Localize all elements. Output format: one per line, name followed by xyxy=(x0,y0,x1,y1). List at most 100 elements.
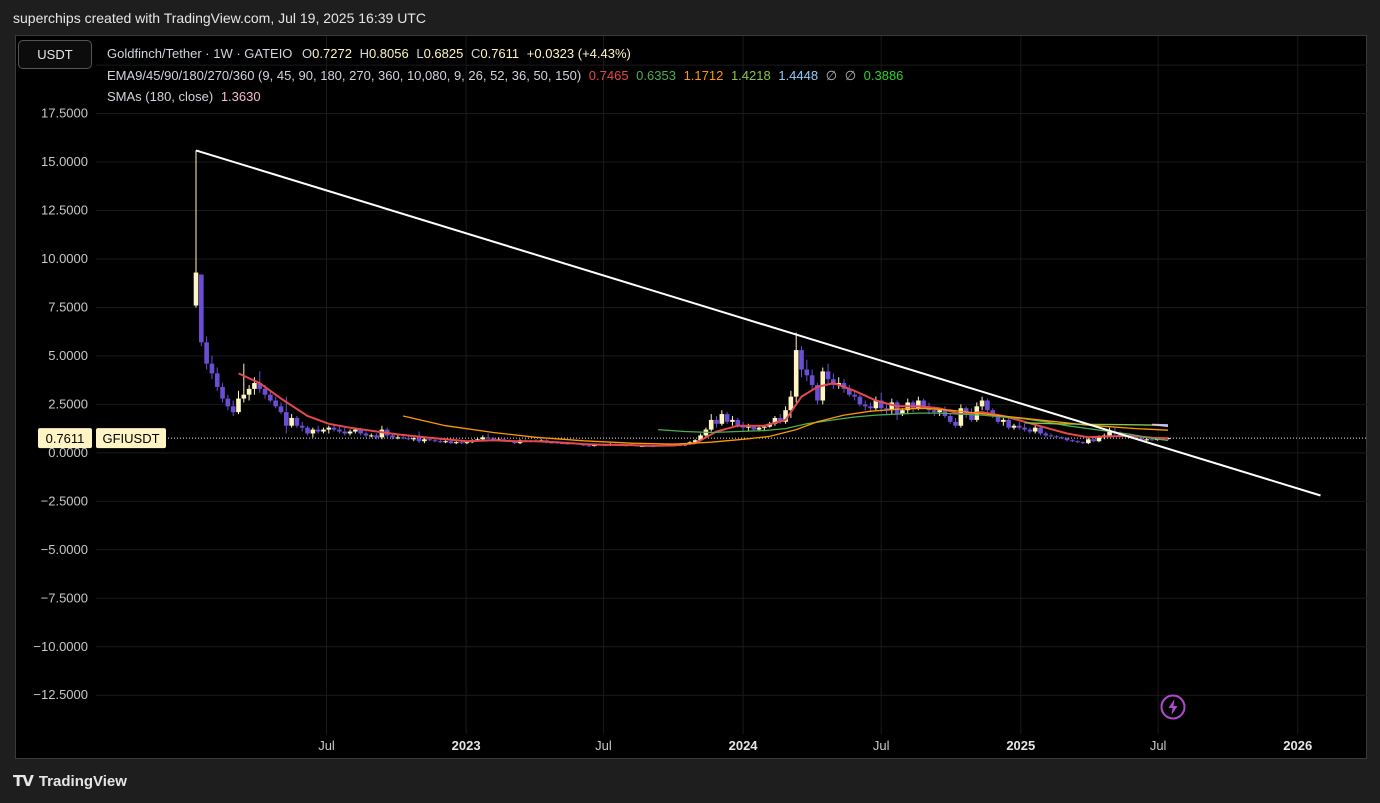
candle-body xyxy=(894,402,900,415)
candle-body xyxy=(214,373,220,387)
candle-body xyxy=(209,363,215,374)
y-tick-label: 12.5000 xyxy=(41,203,88,218)
candle-body xyxy=(857,396,863,405)
y-tick-label: 10.0000 xyxy=(41,251,88,266)
candle-body xyxy=(310,429,316,434)
candle-body xyxy=(921,400,926,407)
trendline xyxy=(195,149,1321,497)
change-value: +0.0323 (+4.43%) xyxy=(526,46,631,61)
candle-body xyxy=(862,404,868,407)
candle-body xyxy=(400,437,406,439)
candle-body xyxy=(480,437,486,440)
candle-body xyxy=(1006,419,1011,428)
candle-body xyxy=(708,419,714,430)
x-tick-label: Jul xyxy=(873,738,890,753)
candle-body xyxy=(252,383,257,389)
candle-body xyxy=(1032,427,1038,432)
legend-line-sma: SMAs (180, close) 1.3630 xyxy=(107,89,261,104)
sma-value: 1.3630 xyxy=(220,89,261,104)
low-value: 0.6825 xyxy=(423,46,464,61)
chart-frame[interactable]: 20.000017.500015.000012.500010.00007.500… xyxy=(15,35,1368,760)
candle-body xyxy=(432,440,438,442)
candle-body xyxy=(485,437,491,439)
legend-line-ohlc: Goldfinch/Tether · 1W · GATEIO O0.7272 H… xyxy=(107,46,631,61)
candle-body xyxy=(390,435,395,438)
high-label: H xyxy=(359,46,369,61)
candle-body xyxy=(1070,440,1075,442)
y-tick-label: −10.0000 xyxy=(33,639,88,654)
candle-body xyxy=(204,342,209,364)
candle-body xyxy=(193,272,199,306)
candle-body xyxy=(289,417,294,426)
candle-body xyxy=(315,429,321,432)
y-tick-label: −7.5000 xyxy=(41,590,88,605)
candle-body xyxy=(1149,439,1155,441)
x-tick-label: 2024 xyxy=(729,738,759,753)
symbol-tag-label: GFIUSDT xyxy=(102,431,159,446)
sma-label[interactable]: SMAs (180, close) xyxy=(107,89,213,104)
candle-body xyxy=(283,412,289,426)
candle-body xyxy=(406,438,411,440)
candle-body xyxy=(337,429,342,432)
symbol-title[interactable]: Goldfinch/Tether · 1W · GATEIO xyxy=(107,46,292,61)
lightning-alert-icon[interactable] xyxy=(1160,694,1186,720)
candle-body xyxy=(947,416,953,422)
candle-body xyxy=(804,369,810,376)
x-tick-label: Jul xyxy=(595,738,612,753)
candle-body xyxy=(230,406,236,413)
low-label: L xyxy=(416,46,424,61)
candle-body xyxy=(825,371,831,380)
candle-body xyxy=(262,388,268,395)
y-tick-label: 2.5000 xyxy=(48,396,88,411)
price-tag-value: 0.7611 xyxy=(46,431,85,446)
candle-body xyxy=(427,439,433,441)
candle-body xyxy=(379,429,385,438)
candle-body xyxy=(459,442,464,444)
ema45-value: 0.6353 xyxy=(636,68,676,83)
candle-body xyxy=(395,437,401,439)
candle-body xyxy=(236,398,241,413)
candle-body xyxy=(225,398,231,407)
candle-body xyxy=(342,431,348,434)
candle-body xyxy=(326,427,332,430)
y-tick-label: 17.5000 xyxy=(41,106,88,121)
candle-body xyxy=(363,433,369,436)
currency-button[interactable]: USDT xyxy=(18,40,92,69)
candle-body xyxy=(246,388,252,395)
candle-body xyxy=(1016,425,1022,428)
y-tick-label: 5.0000 xyxy=(48,348,88,363)
candle-body xyxy=(1096,437,1102,442)
series-ema180 xyxy=(1024,422,1169,426)
ema-label[interactable]: EMA9/45/90/180/270/360 (9, 45, 90, 180, … xyxy=(107,68,581,83)
candle-body xyxy=(953,421,958,426)
y-tick-label: −12.5000 xyxy=(33,687,88,702)
candle-body xyxy=(374,435,379,438)
candle-body xyxy=(1043,433,1049,436)
candle-body xyxy=(321,429,326,432)
candle-body xyxy=(422,439,427,442)
y-tick-label: 7.5000 xyxy=(48,299,88,314)
ema-last-value: 0.3886 xyxy=(863,68,904,83)
candle-body xyxy=(931,410,937,413)
candle-body xyxy=(1059,437,1065,439)
ema90-value: 1.1712 xyxy=(683,68,724,83)
y-tick-label: 15.0000 xyxy=(41,154,88,169)
footer-brand-text: TradingView xyxy=(38,772,127,790)
candle-body xyxy=(793,350,799,397)
y-tick-label: −5.0000 xyxy=(41,542,88,557)
ema-extra-value: ∅ xyxy=(844,68,857,83)
candle-body xyxy=(1091,439,1096,442)
candle-body xyxy=(868,406,873,409)
close-label: C xyxy=(470,46,481,61)
candle-body xyxy=(719,414,725,424)
x-tick-label: 2026 xyxy=(1283,738,1312,753)
candle-body xyxy=(368,435,374,437)
y-tick-label: −2.5000 xyxy=(41,493,88,508)
chart-canvas[interactable]: 20.000017.500015.000012.500010.00007.500… xyxy=(16,36,1368,760)
candle-body xyxy=(756,427,762,430)
series-ema9 xyxy=(238,372,1169,447)
candle-body xyxy=(979,400,985,407)
ema270-value: 1.4448 xyxy=(778,68,819,83)
candle-body xyxy=(1064,438,1070,441)
candle-body xyxy=(448,441,454,444)
